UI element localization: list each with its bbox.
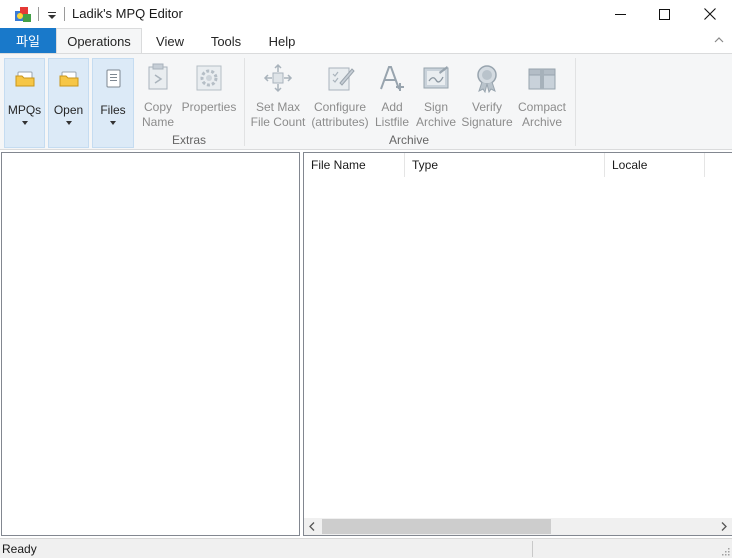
column-header-locale[interactable]: Locale [605, 153, 705, 177]
open-button[interactable]: Open [48, 58, 89, 148]
column-header-file-name[interactable]: File Name [304, 153, 405, 177]
file-list-header: File Name Type Locale [304, 153, 732, 177]
status-text: Ready [2, 542, 37, 556]
title-separator [64, 7, 65, 21]
window-title: Ladik's MPQ Editor [72, 6, 183, 21]
title-bar: Ladik's MPQ Editor [0, 0, 732, 28]
files-label: Files [100, 103, 126, 117]
add-listfile-icon [380, 66, 404, 91]
tab-tools[interactable]: Tools [200, 28, 252, 54]
tab-help[interactable]: Help [258, 28, 306, 54]
configure-pencil-icon [328, 67, 355, 91]
minimize-button[interactable] [597, 0, 643, 28]
open-label: Open [53, 103, 84, 117]
close-button[interactable] [687, 0, 732, 28]
extras-group-label: Extras [172, 133, 207, 147]
title-separator [38, 7, 39, 21]
horizontal-scrollbar[interactable] [304, 518, 732, 535]
tab-file[interactable]: 파일 [0, 28, 56, 53]
customize-quick-access-arrow-icon[interactable] [46, 6, 58, 22]
verify-signature-ribbon-icon [477, 65, 497, 93]
set-max-file-count-label: Set Max File Count [250, 100, 306, 129]
file-list-pane[interactable]: File Name Type Locale [303, 152, 732, 536]
group-separator [244, 58, 245, 146]
verify-signature-label: Verify Signature [461, 100, 513, 129]
compact-archive-icon [528, 68, 556, 90]
ribbon-panel: MPQs Open Files Copy Name Properties Ext… [0, 53, 732, 150]
status-bar: Ready [0, 538, 732, 558]
mpqs-button[interactable]: MPQs [4, 58, 45, 148]
copy-name-icon [148, 63, 168, 90]
configure-attributes-label: Configure (attributes) [311, 100, 369, 129]
scrollbar-thumb[interactable] [322, 519, 551, 534]
folder-yellow-icon [15, 71, 34, 87]
mpq-editor-app-icon[interactable] [14, 5, 32, 23]
configure-attributes-button[interactable]: Configure (attributes) [309, 58, 371, 148]
copy-name-label: Copy Name [141, 100, 174, 129]
column-header-type[interactable]: Type [405, 153, 605, 177]
properties-gear-icon [196, 65, 222, 91]
minimize-icon [614, 13, 626, 15]
set-max-file-count-button[interactable]: Set Max File Count [249, 58, 307, 148]
add-listfile-label: Add Listfile [374, 100, 409, 129]
sign-archive-icon [423, 66, 449, 89]
files-button[interactable]: Files [92, 58, 134, 148]
compact-archive-button[interactable]: Compact Archive [515, 58, 569, 148]
compact-archive-label: Compact Archive [517, 100, 567, 129]
tab-view[interactable]: View [145, 28, 195, 54]
ribbon-tab-row: 파일 Operations View Tools Help [0, 28, 732, 54]
mpqs-label: MPQs [7, 103, 42, 117]
scroll-left-arrow-icon[interactable] [308, 522, 316, 531]
document-icon [106, 69, 121, 88]
folder-open-icon [59, 71, 78, 87]
tab-operations[interactable]: Operations [56, 28, 142, 54]
group-separator [575, 58, 576, 146]
archive-group-label: Archive [389, 133, 430, 147]
scroll-right-arrow-icon[interactable] [720, 522, 728, 531]
dropdown-arrow-icon [21, 121, 28, 125]
dropdown-arrow-icon [110, 121, 116, 125]
mpq-tree-pane[interactable] [1, 152, 300, 536]
status-separator [532, 541, 533, 557]
sign-archive-label: Sign Archive [415, 100, 456, 129]
verify-signature-button[interactable]: Verify Signature [460, 58, 514, 148]
properties-label: Properties [181, 100, 237, 114]
maximize-button[interactable] [641, 0, 687, 28]
collapse-ribbon-chevron-icon[interactable] [714, 36, 724, 44]
dropdown-arrow-icon [65, 121, 72, 125]
resize-grip-icon[interactable] [720, 546, 730, 556]
close-icon [704, 8, 716, 20]
maximize-icon [658, 8, 670, 20]
set-max-file-count-icon [263, 63, 293, 93]
